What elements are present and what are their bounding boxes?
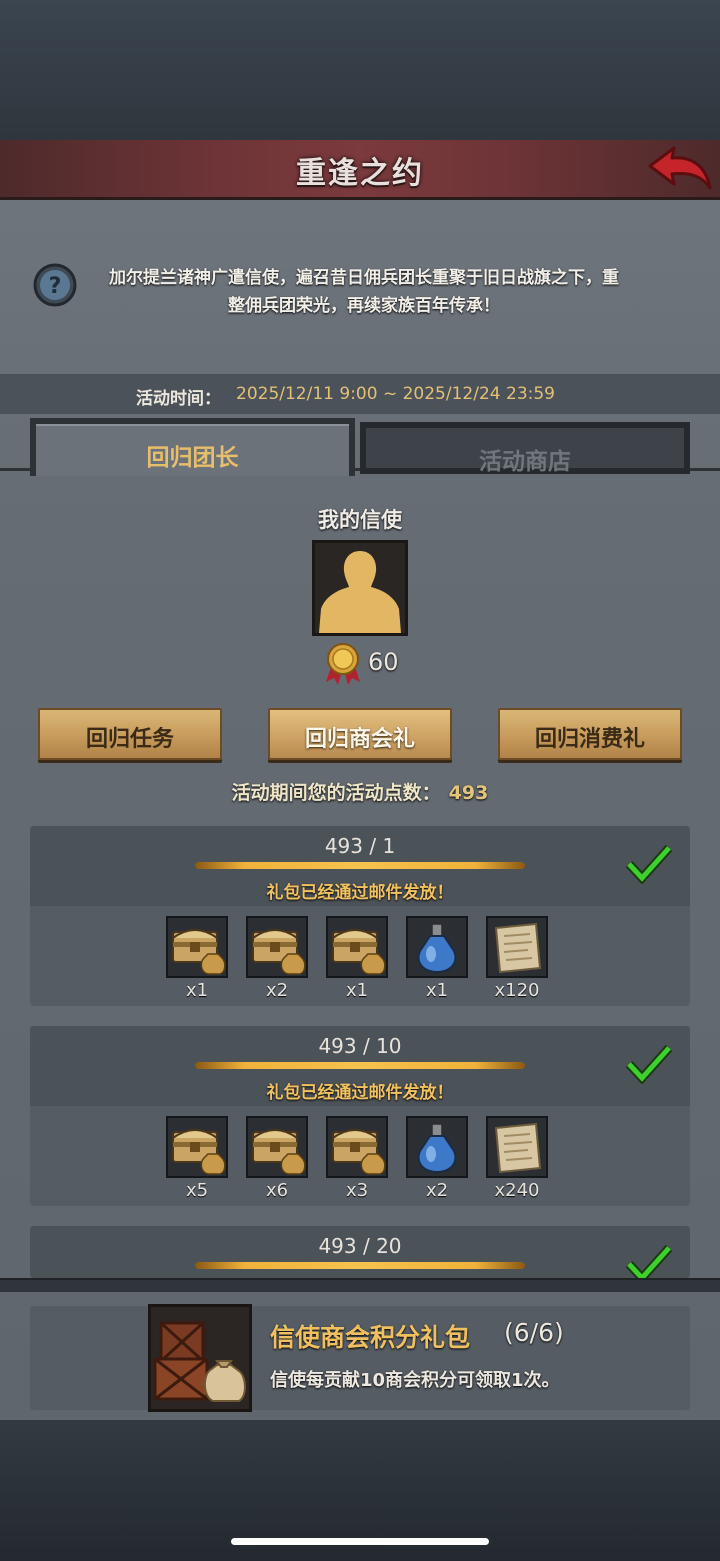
event-description: 加尔提兰诸神广遣信使，遍召昔日佣兵团长重聚于旧日战旗之下，重 整佣兵团荣光，再续…	[88, 264, 640, 320]
reward-item[interactable]	[406, 916, 468, 978]
avatar[interactable]	[312, 540, 408, 636]
reward-item[interactable]	[326, 916, 388, 978]
reward-item[interactable]	[166, 916, 228, 978]
crate-and-bag-icon	[153, 1321, 246, 1402]
pack-count: (6/6)	[504, 1318, 564, 1347]
progress-bar	[195, 862, 525, 869]
check-icon	[626, 1044, 672, 1084]
reward-card: 493 / 20	[30, 1226, 690, 1278]
crate-icon[interactable]	[148, 1304, 252, 1412]
description-line-2: 整佣兵团荣光，再续家族百年传承！	[228, 296, 500, 316]
reward-item[interactable]	[246, 1116, 308, 1178]
reward-quantity: x6	[265, 1180, 289, 1201]
reward-quantity: x240	[494, 1180, 540, 1201]
reward-item[interactable]	[326, 1116, 388, 1178]
time-value: 2025/12/11 9:00 ~ 2025/12/24 23:59	[236, 384, 555, 404]
top-background	[0, 0, 720, 140]
potion-icon	[417, 923, 457, 974]
reward-quantity: x1	[185, 980, 209, 1001]
svg-text:?: ?	[49, 274, 62, 299]
reward-item[interactable]	[406, 1116, 468, 1178]
help-icon[interactable]: ?	[33, 263, 77, 307]
back-button[interactable]	[644, 144, 714, 194]
back-arrow-icon	[648, 146, 712, 190]
description-line-1: 加尔提兰诸神广遣信使，遍召昔日佣兵团长重聚于旧日战旗之下，重	[109, 268, 619, 288]
messenger-score: 60	[368, 648, 399, 676]
reward-progress: 493 / 20	[318, 1234, 402, 1258]
home-indicator[interactable]	[231, 1538, 489, 1545]
reward-quantity: x3	[345, 1180, 369, 1201]
reward-quantity: x2	[425, 1180, 449, 1201]
reward-quantity: x120	[494, 980, 540, 1001]
progress-bar	[195, 1262, 525, 1269]
potion-icon	[417, 1123, 457, 1174]
reward-card: 493 / 10 礼包已经通过邮件发放！ x5 x6 x3 x2 x240	[30, 1026, 690, 1206]
reward-quantity: x2	[265, 980, 289, 1001]
silhouette-icon	[319, 551, 401, 633]
pack-title: 信使商会积分礼包	[270, 1323, 471, 1352]
points-label: 活动期间您的活动点数：	[231, 782, 441, 804]
tab-returning-leader[interactable]: 回归团长	[30, 418, 355, 476]
return-guild-gift-button[interactable]: 回归商会礼	[268, 708, 452, 760]
scroll-icon	[494, 1122, 542, 1174]
time-label: 活动时间：	[136, 389, 221, 409]
chest-icon	[252, 1129, 306, 1175]
scroll-icon	[494, 922, 542, 974]
reward-item[interactable]	[246, 916, 308, 978]
reward-quantity: x5	[185, 1180, 209, 1201]
reward-item[interactable]	[166, 1116, 228, 1178]
check-icon	[626, 844, 672, 884]
tab-activity-shop[interactable]: 活动商店	[360, 422, 690, 475]
points-value: 493	[448, 782, 489, 804]
chest-icon	[172, 929, 226, 975]
page-title: 重逢之约	[296, 156, 424, 191]
reward-quantity: x1	[425, 980, 449, 1001]
chest-icon	[332, 929, 386, 975]
reward-quantity: x1	[345, 980, 369, 1001]
pack-description: 信使每贡献10商会积分可领取1次。	[270, 1370, 560, 1391]
reward-progress: 493 / 1	[324, 834, 396, 858]
messenger-title: 我的信使	[318, 508, 402, 532]
chest-icon	[332, 1129, 386, 1175]
return-spend-gift-button[interactable]: 回归消费礼	[498, 708, 682, 760]
progress-bar	[195, 1062, 525, 1069]
check-icon	[626, 1244, 672, 1278]
scroll-divider	[0, 1278, 720, 1292]
reward-item[interactable]	[486, 916, 548, 978]
reward-status: 礼包已经通过邮件发放！	[266, 883, 454, 903]
chest-icon	[172, 1129, 226, 1175]
activity-points: 活动期间您的活动点数： 493	[0, 778, 720, 805]
reward-card: 493 / 1 礼包已经通过邮件发放！ x1 x2 x1 x1 x120	[30, 826, 690, 1006]
chest-icon	[252, 929, 306, 975]
medal-icon	[326, 643, 360, 685]
reward-item[interactable]	[486, 1116, 548, 1178]
reward-status: 礼包已经通过邮件发放！	[266, 1083, 454, 1103]
return-quest-button[interactable]: 回归任务	[38, 708, 222, 760]
reward-progress: 493 / 10	[318, 1034, 402, 1058]
